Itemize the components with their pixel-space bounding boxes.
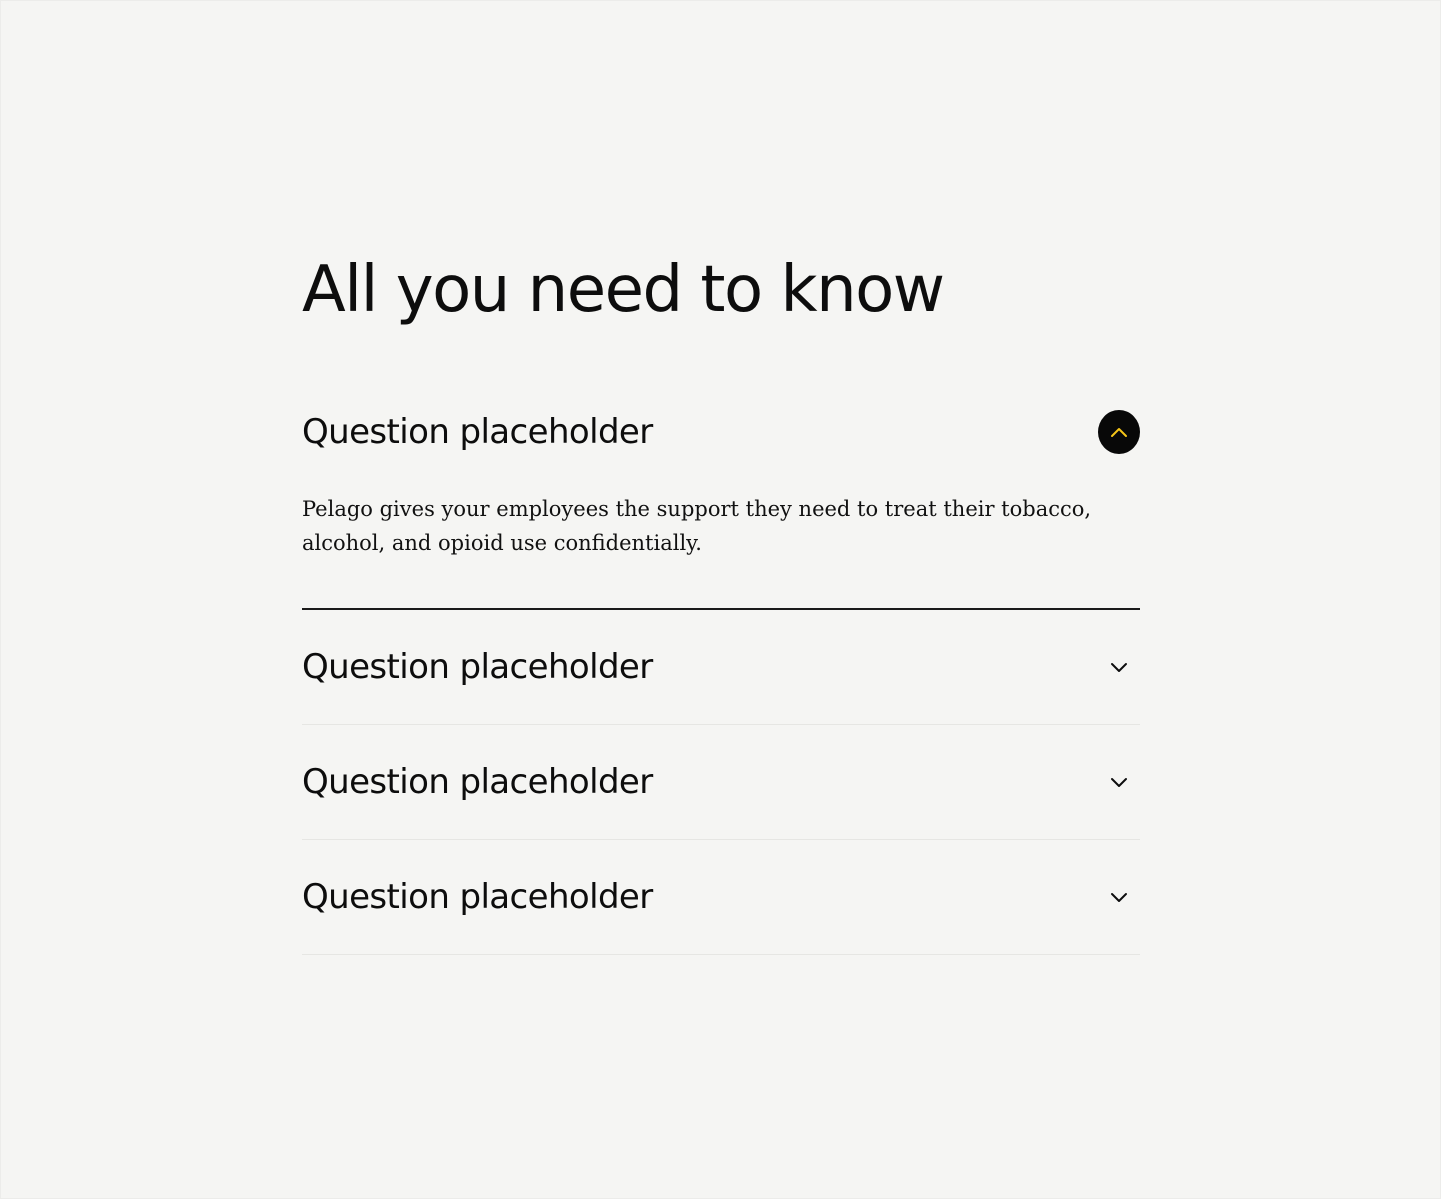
chevron-down-icon: [1111, 893, 1127, 902]
faq-question: Question placeholder: [302, 877, 653, 917]
faq-item: Question placeholder: [302, 840, 1140, 955]
faq-item: Question placeholder Pelago gives your e…: [302, 410, 1140, 610]
faq-question: Question placeholder: [302, 762, 653, 802]
faq-question: Question placeholder: [302, 412, 653, 452]
faq-answer: Pelago gives your employees the support …: [302, 497, 1092, 555]
chevron-up-icon: [1111, 428, 1127, 437]
faq-question-toggle[interactable]: Question placeholder: [302, 410, 1140, 454]
faq-list: Question placeholder Pelago gives your e…: [302, 410, 1140, 955]
faq-item: Question placeholder: [302, 610, 1140, 725]
chevron-down-icon: [1111, 778, 1127, 787]
expand-button[interactable]: [1098, 761, 1140, 803]
faq-question: Question placeholder: [302, 647, 653, 687]
expand-button[interactable]: [1098, 876, 1140, 918]
faq-item: Question placeholder: [302, 725, 1140, 840]
faq-question-toggle[interactable]: Question placeholder: [302, 610, 1140, 724]
faq-question-toggle[interactable]: Question placeholder: [302, 840, 1140, 954]
expand-button[interactable]: [1098, 646, 1140, 688]
faq-title: All you need to know: [302, 253, 945, 327]
faq-section: All you need to know Question placeholde…: [302, 250, 1140, 955]
collapse-button[interactable]: [1098, 410, 1140, 454]
faq-question-toggle[interactable]: Question placeholder: [302, 725, 1140, 839]
chevron-down-icon: [1111, 663, 1127, 672]
